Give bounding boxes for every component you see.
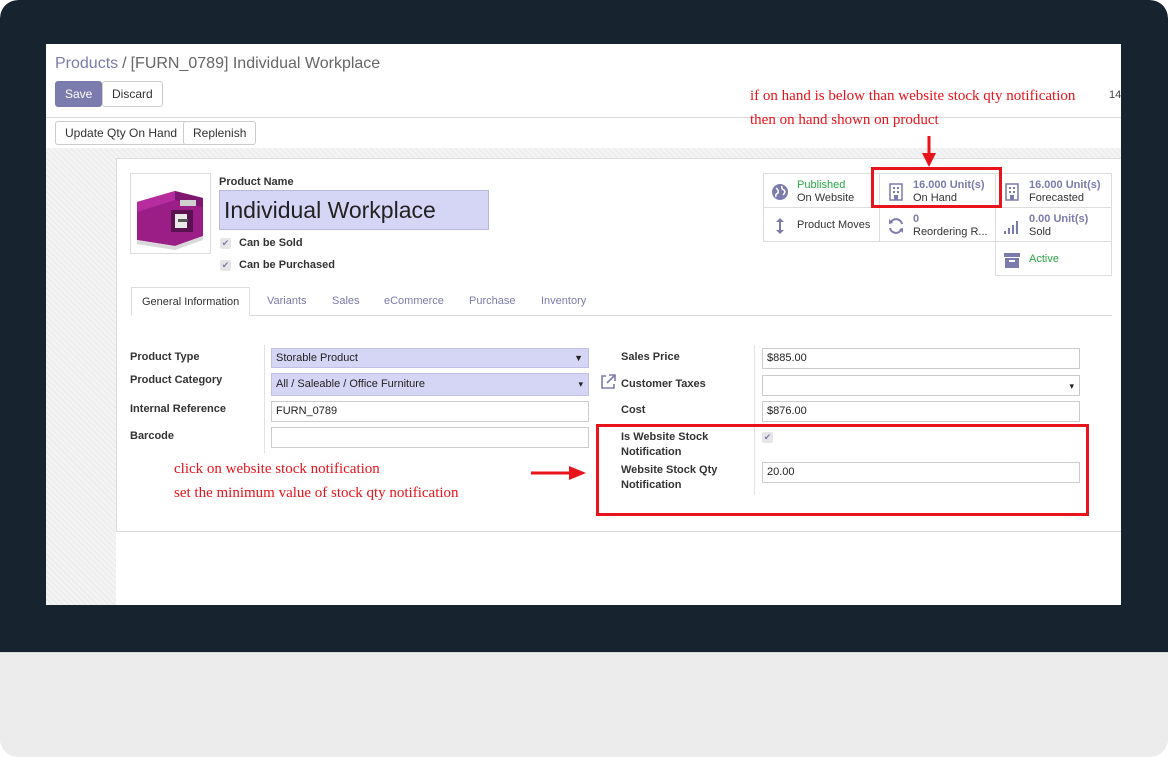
- tab-variants[interactable]: Variants: [267, 287, 307, 316]
- product-type-value: Storable Product: [276, 352, 358, 364]
- can-be-purchased-label: Can be Purchased: [239, 259, 335, 271]
- can-be-sold-label: Can be Sold: [239, 237, 303, 249]
- product-name-label: Product Name: [219, 176, 294, 188]
- product-type-select[interactable]: Storable Product ▼: [271, 348, 589, 368]
- tab-sales[interactable]: Sales: [332, 287, 360, 316]
- breadcrumb: Products / [FURN_0789] Individual Workplac…: [55, 55, 380, 73]
- reordering-smart-button[interactable]: 0 Reordering R...: [879, 207, 996, 242]
- can-be-sold-checkbox[interactable]: ✔: [220, 238, 231, 249]
- cost-input[interactable]: $876.00: [762, 401, 1080, 422]
- forecasted-smart-button[interactable]: 16.000 Unit(s) Forecasted: [995, 173, 1112, 208]
- sold-qty: 0.00 Unit(s): [1029, 213, 1089, 225]
- arrows-vertical-icon: [776, 218, 784, 234]
- published-status: Published: [797, 179, 846, 191]
- sold-smart-button[interactable]: 0.00 Unit(s) Sold: [995, 207, 1112, 242]
- update-qty-button[interactable]: Update Qty On Hand: [55, 121, 188, 145]
- published-caption: On Website: [797, 192, 855, 204]
- stock-notification-highlight-box: [596, 424, 1089, 516]
- pager-counter[interactable]: 14: [1109, 89, 1121, 101]
- product-name-input[interactable]: Individual Workplace: [219, 190, 489, 230]
- barcode-label: Barcode: [130, 430, 175, 442]
- published-smart-button[interactable]: Published On Website: [763, 173, 880, 208]
- device-frame: Products / [FURN_0789] Individual Workplac…: [0, 0, 1168, 757]
- annotation-left-line1: click on website stock notification: [174, 461, 380, 477]
- internal-reference-label: Internal Reference: [130, 403, 226, 415]
- product-image-graphic: [137, 191, 203, 250]
- sheet-continuation: [116, 532, 1121, 605]
- arrow-right-icon: [531, 466, 586, 480]
- save-button[interactable]: Save: [55, 81, 103, 107]
- tab-ecommerce[interactable]: eCommerce: [384, 287, 444, 316]
- annotation-top-line2: then on hand shown on product: [750, 112, 939, 128]
- globe-icon: [772, 184, 788, 200]
- building-icon: [1005, 183, 1019, 201]
- annotation-left-line2: set the minimum value of stock qty notif…: [174, 485, 459, 501]
- tab-purchase[interactable]: Purchase: [469, 287, 515, 316]
- customer-taxes-select[interactable]: ▾: [762, 375, 1080, 396]
- notebook-tabs: General Information Variants Sales eComm…: [131, 287, 1112, 316]
- breadcrumb-separator: /: [122, 55, 127, 72]
- product-category-label: Product Category: [130, 374, 223, 386]
- tab-inventory[interactable]: Inventory: [541, 287, 586, 316]
- active-label: Active: [1029, 253, 1059, 265]
- reordering-caption: Reordering R...: [913, 226, 988, 238]
- caret-down-icon: ▾: [578, 379, 583, 389]
- caret-down-icon: ▾: [1069, 381, 1074, 391]
- archive-icon: [1004, 253, 1020, 268]
- screen: Products / [FURN_0789] Individual Workplac…: [46, 44, 1121, 605]
- product-moves-label: Product Moves: [797, 219, 871, 231]
- internal-reference-input[interactable]: FURN_0789: [271, 401, 589, 422]
- can-be-purchased-checkbox[interactable]: ✔: [220, 260, 231, 271]
- replenish-button[interactable]: Replenish: [183, 121, 257, 145]
- external-link-icon[interactable]: [599, 373, 617, 391]
- forecasted-caption: Forecasted: [1029, 192, 1085, 204]
- product-image[interactable]: [130, 173, 211, 254]
- product-type-label: Product Type: [130, 351, 200, 363]
- reordering-count: 0: [913, 213, 920, 225]
- active-smart-button[interactable]: Active: [995, 241, 1112, 276]
- signal-icon: [1004, 221, 1018, 234]
- sold-caption: Sold: [1029, 226, 1052, 238]
- on-hand-highlight-box: [871, 167, 1002, 208]
- annotation-top-line1: if on hand is below than website stock q…: [750, 88, 1076, 104]
- sales-price-input[interactable]: $885.00: [762, 348, 1080, 369]
- barcode-input[interactable]: [271, 427, 589, 448]
- product-moves-smart-button[interactable]: Product Moves: [763, 207, 880, 242]
- arrow-down-icon: [922, 136, 936, 167]
- forecasted-qty: 16.000 Unit(s): [1029, 179, 1101, 191]
- breadcrumb-products-link[interactable]: Products: [55, 55, 118, 72]
- product-category-value: All / Saleable / Office Furniture: [276, 378, 425, 390]
- cost-label: Cost: [621, 404, 646, 416]
- product-category-select[interactable]: All / Saleable / Office Furniture ▾: [271, 373, 589, 396]
- divider: [46, 117, 1121, 118]
- caret-down-icon: ▼: [574, 353, 583, 363]
- discard-button[interactable]: Discard: [102, 81, 163, 107]
- customer-taxes-label: Customer Taxes: [621, 378, 706, 390]
- column-separator: [264, 345, 265, 453]
- monitor-chin: [0, 652, 1168, 757]
- sales-price-label: Sales Price: [621, 351, 680, 363]
- tab-general-information[interactable]: General Information: [131, 287, 251, 316]
- breadcrumb-current: [FURN_0789] Individual Workplace: [130, 55, 381, 72]
- refresh-icon: [889, 218, 903, 234]
